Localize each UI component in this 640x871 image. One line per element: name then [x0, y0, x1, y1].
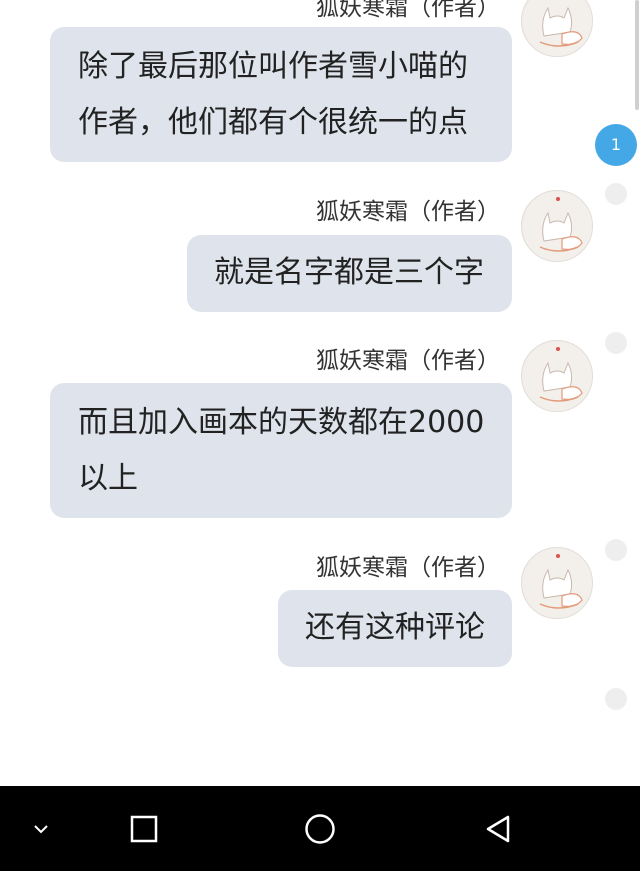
message-line: 而且加入画本的天数都在2000: [78, 405, 485, 440]
collapse-nav-button[interactable]: [20, 786, 62, 871]
unread-count-badge[interactable]: 1: [595, 124, 637, 166]
scrollbar[interactable]: [635, 0, 639, 110]
read-status-dot: [605, 183, 627, 205]
fox-avatar-graphic: [523, 549, 592, 618]
system-navigation-bar: [0, 786, 640, 871]
fox-avatar-graphic: [523, 342, 592, 411]
message-bubble[interactable]: 而且加入画本的天数都在2000 以上: [50, 383, 512, 518]
circle-icon: [305, 813, 335, 844]
triangle-back-icon: [486, 815, 510, 842]
home-button[interactable]: [296, 786, 344, 871]
sender-name: 狐妖寒霜（作者）: [316, 348, 500, 374]
fox-avatar-icon[interactable]: [521, 547, 593, 619]
message-line: 除了最后那位叫作者雪小喵的: [78, 49, 468, 84]
fox-avatar-icon[interactable]: [521, 190, 593, 262]
square-icon: [130, 815, 158, 842]
sender-name: 狐妖寒霜（作者）: [316, 555, 500, 581]
back-button[interactable]: [474, 786, 522, 871]
read-status-dot: [605, 332, 627, 354]
message-line: 就是名字都是三个字: [214, 255, 484, 290]
chevron-down-icon: [34, 824, 48, 833]
sender-name: 狐妖寒霜（作者）: [316, 199, 500, 225]
read-status-dot: [605, 539, 627, 561]
sender-name: 狐妖寒霜（作者）: [316, 0, 500, 21]
message-bubble[interactable]: 除了最后那位叫作者雪小喵的 作者，他们都有个很统一的点: [50, 27, 512, 162]
message-line: 以上: [78, 461, 138, 496]
recents-button[interactable]: [120, 786, 168, 871]
message-line: 还有这种评论: [305, 610, 485, 645]
fox-avatar-graphic: [523, 192, 592, 261]
message-bubble[interactable]: 还有这种评论: [278, 590, 512, 667]
fox-avatar-icon[interactable]: [521, 0, 593, 57]
read-status-dot: [605, 688, 627, 710]
message-bubble[interactable]: 就是名字都是三个字: [187, 235, 512, 312]
chat-view[interactable]: 狐妖寒霜（作者） 除了最后那位叫作者雪小喵的 作者，他们都有个很统一的点 狐妖寒…: [0, 0, 640, 786]
message-line: 作者，他们都有个很统一的点: [78, 105, 468, 140]
fox-avatar-graphic: [523, 0, 592, 56]
fox-avatar-icon[interactable]: [521, 340, 593, 412]
